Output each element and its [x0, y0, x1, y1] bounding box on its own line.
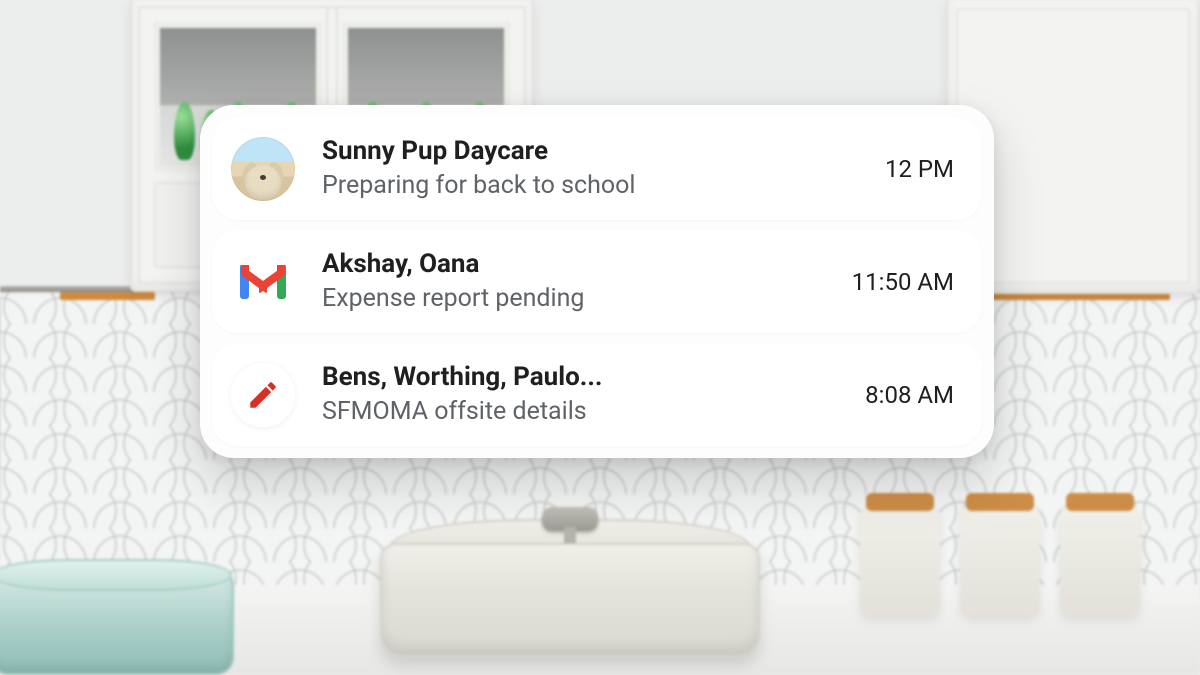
- email-row[interactable]: Sunny Pup Daycare Preparing for back to …: [212, 117, 982, 220]
- email-text: Sunny Pup Daycare Preparing for back to …: [322, 135, 845, 202]
- email-sender: Akshay, Oana: [322, 248, 812, 281]
- email-text: Bens, Worthing, Paulo... SFMOMA offsite …: [322, 361, 825, 428]
- app-icon: [230, 249, 296, 315]
- draft-icon-circle: [230, 362, 296, 428]
- email-subject: Expense report pending: [322, 283, 812, 316]
- email-text: Akshay, Oana Expense report pending: [322, 248, 812, 315]
- email-row[interactable]: Bens, Worthing, Paulo... SFMOMA offsite …: [212, 343, 982, 446]
- bg-canister: [960, 505, 1040, 615]
- email-time: 11:50 AM: [852, 268, 954, 296]
- email-widget[interactable]: Sunny Pup Daycare Preparing for back to …: [200, 105, 994, 458]
- bg-pot-teal: [0, 571, 234, 675]
- gmail-icon: [240, 265, 286, 299]
- email-time: 8:08 AM: [865, 381, 954, 409]
- bg-under-cabinet-light-left: [60, 292, 155, 300]
- email-subject: SFMOMA offsite details: [322, 396, 825, 429]
- app-icon: [230, 362, 296, 428]
- email-sender: Bens, Worthing, Paulo...: [322, 361, 825, 394]
- email-sender: Sunny Pup Daycare: [322, 135, 845, 168]
- bg-pot-white: [380, 507, 760, 657]
- pencil-icon: [246, 378, 280, 412]
- sender-avatar: [230, 136, 296, 202]
- avatar-dog-icon: [231, 137, 295, 201]
- bg-canister: [860, 505, 940, 615]
- email-row[interactable]: Akshay, Oana Expense report pending 11:5…: [212, 230, 982, 333]
- email-subject: Preparing for back to school: [322, 170, 845, 203]
- email-time: 12 PM: [885, 155, 954, 183]
- bg-canister: [1060, 505, 1140, 615]
